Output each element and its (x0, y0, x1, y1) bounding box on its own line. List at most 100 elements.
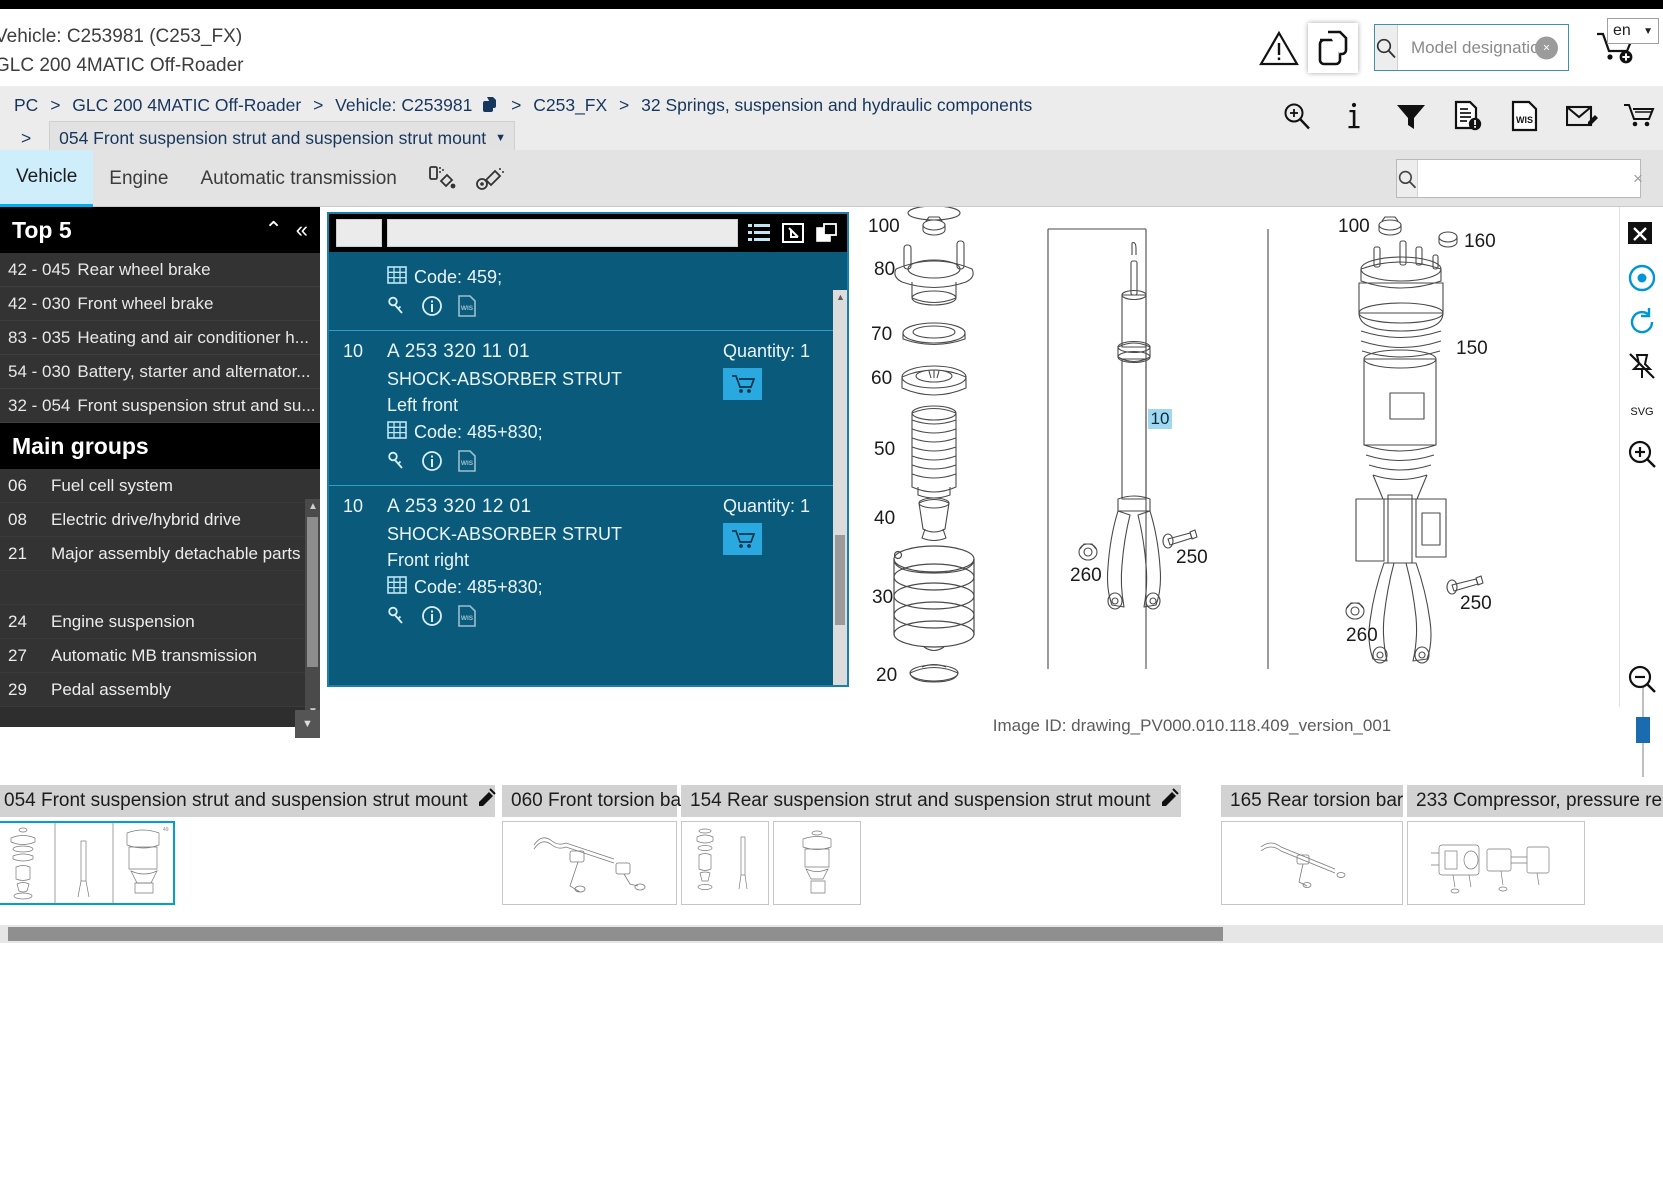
tab-vehicle[interactable]: Vehicle (0, 150, 94, 207)
document-alert-icon[interactable] (1452, 100, 1484, 132)
language-selector[interactable]: en ▼ (1607, 18, 1659, 44)
thumbnail-item-154[interactable]: 154 Rear suspension strut and suspension… (681, 785, 1181, 905)
list-view-icon[interactable] (746, 220, 772, 246)
scrollbar-thumb[interactable] (835, 535, 845, 625)
content-search-input[interactable] (1418, 160, 1633, 197)
thumbnail-header[interactable]: 054 Front suspension strut and suspensio… (0, 785, 497, 817)
parts-filter-field-large[interactable] (387, 219, 738, 247)
thumbnail-image[interactable] (773, 821, 861, 905)
breadcrumb-item-model[interactable]: GLC 200 4MATIC Off-Roader (72, 95, 301, 115)
scrollbar-thumb[interactable] (307, 517, 318, 667)
model-designation-input[interactable] (1398, 25, 1632, 70)
part-row[interactable]: 10 A 253 320 12 01 SHOCK-ABSORBER STRUT … (329, 485, 847, 640)
zoom-slider-knob[interactable] (1636, 717, 1650, 743)
paint-code-icon[interactable] (427, 164, 457, 194)
edit-icon[interactable] (1160, 788, 1180, 814)
breadcrumb-item-group[interactable]: 32 Springs, suspension and hydraulic com… (641, 95, 1032, 115)
add-part-to-cart-button[interactable] (723, 523, 762, 555)
info-icon[interactable] (1338, 100, 1370, 132)
target-center-icon[interactable] (1622, 256, 1662, 300)
zoom-in-circle-icon[interactable] (1622, 432, 1662, 476)
breadcrumb-item-code[interactable]: C253_FX (533, 95, 607, 115)
thumbnail-item-165[interactable]: 165 Rear torsion bar (1221, 785, 1431, 905)
info-circle-icon[interactable] (421, 295, 443, 322)
thumbnail-item-233[interactable]: 233 Compressor, pressure re (1407, 785, 1663, 905)
zoom-in-icon[interactable] (1281, 100, 1313, 132)
thumbnail-header[interactable]: 060 Front torsion bar (502, 785, 716, 817)
parts-filter-field-small[interactable] (336, 219, 382, 247)
mail-edit-icon[interactable] (1566, 100, 1598, 132)
clear-icon[interactable]: × (1633, 160, 1643, 197)
sidebar-scrollbar[interactable]: ▲ ▼ (305, 499, 320, 719)
part-number[interactable]: A 253 320 11 01 (387, 341, 723, 363)
main-group-label: Engine suspension (51, 611, 195, 631)
thumbnail-image[interactable] (681, 821, 769, 905)
main-group-item-27[interactable]: 27 Automatic MB transmission (0, 639, 320, 673)
info-circle-icon[interactable] (421, 605, 443, 632)
reset-rotate-icon[interactable] (1622, 300, 1662, 344)
thumbnail-image[interactable]: 49 (0, 821, 175, 905)
clear-search-icon[interactable]: × (1535, 36, 1558, 59)
scroll-up-arrow[interactable]: ▲ (836, 292, 845, 302)
breadcrumb-item-pc[interactable]: PC (14, 95, 38, 115)
collapse-icon[interactable]: ⌃ (264, 217, 282, 243)
tab-automatic-transmission[interactable]: Automatic transmission (184, 150, 412, 207)
key-icon[interactable] (387, 296, 407, 321)
add-part-to-cart-button[interactable] (723, 368, 762, 400)
thumbnail-header[interactable]: 165 Rear torsion bar (1221, 785, 1431, 817)
thumbnail-image[interactable] (1221, 821, 1403, 905)
main-group-item-08[interactable]: 08 Electric drive/hybrid drive (0, 503, 320, 537)
unpin-icon[interactable] (1622, 344, 1662, 388)
main-groups-expand-dropdown[interactable]: ▼ (295, 710, 320, 738)
edit-icon[interactable] (477, 788, 497, 814)
collapse-all-icon[interactable]: « (296, 217, 308, 243)
shopping-cart-icon[interactable] (1623, 100, 1655, 132)
main-group-item-24[interactable]: 24 Engine suspension (0, 605, 320, 639)
filter-icon[interactable] (1395, 100, 1427, 132)
thumbnail-image[interactable] (502, 821, 677, 905)
part-row[interactable]: 10 A 253 320 11 01 SHOCK-ABSORBER STRUT … (329, 330, 847, 485)
thumbnail-item-060[interactable]: 060 Front torsion bar (502, 785, 716, 905)
parts-list-scrollbar[interactable]: ▲ ▼ (833, 290, 847, 685)
equipment-code-icon[interactable] (475, 164, 505, 194)
main-group-item-06[interactable]: 06 Fuel cell system (0, 469, 320, 503)
expand-view-icon[interactable] (780, 220, 806, 246)
wis-document-icon[interactable]: WIS (1509, 100, 1541, 132)
duplicate-window-icon[interactable] (814, 220, 840, 246)
scroll-up-arrow[interactable]: ▲ (308, 501, 318, 512)
scrollbar-thumb[interactable] (8, 927, 1223, 941)
svg-export-icon[interactable]: SVG (1622, 388, 1662, 432)
content-search[interactable]: × (1396, 159, 1643, 198)
top5-item-1[interactable]: 42 - 030 Front wheel brake (0, 287, 320, 321)
thumbnail-header[interactable]: 233 Compressor, pressure re (1407, 785, 1663, 817)
wis-icon[interactable]: WIS (457, 450, 477, 477)
horizontal-scrollbar[interactable] (0, 925, 1663, 943)
thumbnail-item-054[interactable]: 054 Front suspension strut and suspensio… (0, 785, 497, 905)
model-designation-search[interactable]: × (1374, 24, 1632, 71)
tab-engine[interactable]: Engine (93, 150, 184, 207)
copy-documents-icon[interactable] (1308, 22, 1358, 73)
close-image-icon[interactable] (1622, 212, 1662, 256)
search-icon[interactable] (1397, 160, 1418, 197)
wis-icon[interactable]: WIS (457, 605, 477, 632)
thumbnail-header[interactable]: 154 Rear suspension strut and suspension… (681, 785, 1181, 817)
top5-item-0[interactable]: 42 - 045 Rear wheel brake (0, 253, 320, 287)
wis-icon[interactable]: WIS (457, 295, 477, 322)
breadcrumb-item-vehicle[interactable]: Vehicle: C253981 (335, 95, 472, 115)
thumbnail-image[interactable] (1407, 821, 1585, 905)
zoom-out-circle-icon[interactable] (1622, 657, 1662, 701)
copy-vehicle-icon[interactable] (481, 93, 499, 112)
top5-item-4[interactable]: 32 - 054 Front suspension strut and su..… (0, 389, 320, 423)
part-number[interactable]: A 253 320 12 01 (387, 496, 723, 518)
main-group-item-21[interactable]: 21 Major assembly detachable parts (0, 537, 320, 571)
key-icon[interactable] (387, 451, 407, 476)
key-icon[interactable] (387, 606, 407, 631)
part-row-partial[interactable]: Code: 459; WIS (329, 252, 847, 330)
top5-item-2[interactable]: 83 - 035 Heating and air conditioner h..… (0, 321, 320, 355)
main-group-item-29[interactable]: 29 Pedal assembly (0, 673, 320, 707)
technical-drawing-viewport[interactable]: 100 80 70 60 50 40 30 20 10 260 250 100 … (856, 207, 1528, 707)
search-icon[interactable] (1375, 25, 1398, 70)
warning-triangle-icon[interactable] (1256, 25, 1302, 71)
info-circle-icon[interactable] (421, 450, 443, 477)
top5-item-3[interactable]: 54 - 030 Battery, starter and alternator… (0, 355, 320, 389)
